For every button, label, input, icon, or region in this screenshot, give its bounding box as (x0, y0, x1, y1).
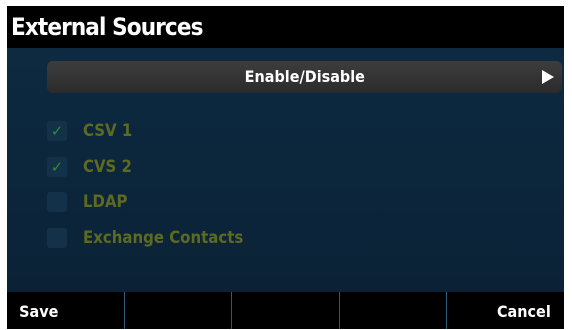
save-label: Save (19, 302, 59, 321)
checkbox-unchecked-icon[interactable] (47, 228, 67, 248)
title-bar: External Sources (7, 6, 564, 48)
checkbox-checked-icon[interactable]: ✓ (47, 121, 67, 141)
save-softkey[interactable]: Save (7, 292, 125, 329)
checkbox-checked-icon[interactable]: ✓ (47, 157, 67, 177)
softkey-3[interactable] (232, 292, 340, 329)
phone-screen: External Sources Enable/Disable ✓ CSV 1 … (7, 6, 564, 329)
source-item-csv1[interactable]: ✓ CSV 1 (47, 120, 347, 142)
cancel-softkey[interactable]: Cancel (447, 292, 564, 329)
source-item-exchange-contacts[interactable]: Exchange Contacts (47, 227, 347, 249)
right-arrow-icon (542, 70, 554, 84)
source-item-cvs2[interactable]: ✓ CVS 2 (47, 156, 347, 178)
checkbox-unchecked-icon[interactable] (47, 192, 67, 212)
softkey-4[interactable] (340, 292, 448, 329)
source-label: CVS 2 (83, 157, 132, 177)
enable-disable-menu-item[interactable]: Enable/Disable (47, 61, 562, 93)
softkey-2[interactable] (125, 292, 233, 329)
cancel-label: Cancel (497, 302, 551, 321)
source-label: CSV 1 (83, 121, 133, 141)
source-label: LDAP (83, 192, 128, 212)
source-label: Exchange Contacts (83, 228, 244, 248)
enable-disable-label: Enable/Disable (244, 67, 365, 86)
softkey-bar: Save Cancel (7, 292, 564, 329)
content-area: Enable/Disable ✓ CSV 1 ✓ CVS 2 LDAP Exch… (7, 48, 564, 292)
source-item-ldap[interactable]: LDAP (47, 191, 347, 213)
page-title: External Sources (11, 13, 203, 41)
